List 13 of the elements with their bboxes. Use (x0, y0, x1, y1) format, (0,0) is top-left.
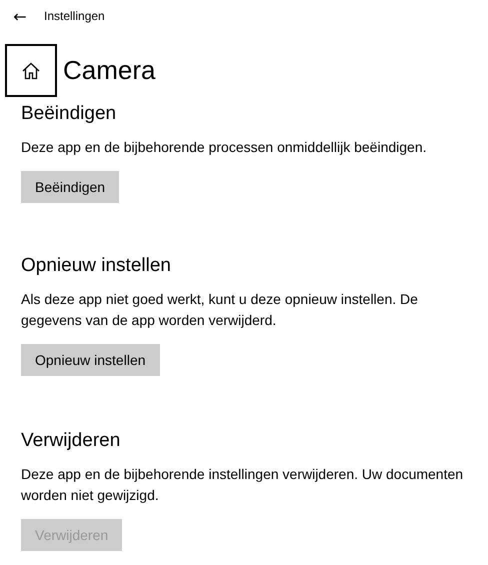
section-heading: Opnieuw instellen (21, 254, 172, 278)
home-button[interactable] (5, 44, 57, 97)
home-icon (21, 60, 41, 80)
action-button[interactable]: Opnieuw instellen (21, 344, 160, 376)
section-description: Deze app en de bijbehorende instellingen verwijderen. Uw documenten worden niet gewijzigd. (21, 465, 464, 505)
section-description: Als deze app niet goed werkt, kunt u deze opnieuw instellen. De gegevens van de app worden verwijderd. (21, 290, 419, 330)
section-heading: Beëindigen (21, 102, 118, 126)
window-title: Instellingen (44, 9, 105, 23)
section-description: Deze app en de bijbehorende processen onmiddellijk beëindigen. (21, 138, 428, 157)
action-button[interactable]: Beëindigen (21, 171, 120, 203)
section-heading: Verwijderen (21, 429, 122, 453)
back-button[interactable]: ← (0, 0, 40, 32)
page-title: Camera (63, 55, 156, 86)
